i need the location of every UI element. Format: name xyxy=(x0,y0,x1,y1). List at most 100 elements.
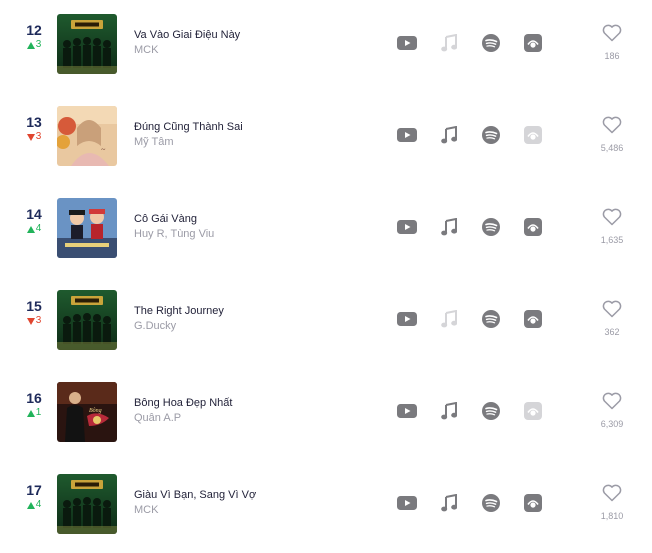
song-artist[interactable]: Huy R, Tùng Viu xyxy=(134,227,384,241)
song-artist[interactable]: MCK xyxy=(134,43,384,57)
like-count: 5,486 xyxy=(600,143,624,153)
rank-block: 14 4 xyxy=(20,206,48,235)
trend-indicator: 4 xyxy=(20,499,48,511)
spotify-icon[interactable] xyxy=(480,308,502,330)
apple-music-icon[interactable] xyxy=(438,124,460,146)
song-title[interactable]: Đúng Cũng Thành Sai xyxy=(134,120,384,134)
rank-number: 17 xyxy=(26,482,42,498)
like-block[interactable]: 1,635 xyxy=(592,208,632,245)
heart-icon[interactable] xyxy=(592,116,632,139)
svg-text:Bông: Bông xyxy=(89,408,102,414)
spotify-icon[interactable] xyxy=(480,32,502,54)
trend-indicator: 1 xyxy=(20,407,48,419)
nhaccuatui-icon[interactable] xyxy=(522,216,544,238)
youtube-icon[interactable] xyxy=(396,492,418,514)
song-info: The Right Journey G.Ducky xyxy=(134,304,384,333)
spotify-icon[interactable] xyxy=(480,400,502,422)
youtube-icon[interactable] xyxy=(396,216,418,238)
rank-change: 4 xyxy=(35,499,42,510)
nhaccuatui-icon[interactable] xyxy=(522,492,544,514)
heart-icon[interactable] xyxy=(592,484,632,507)
trend-indicator: 3 xyxy=(20,131,48,143)
rank-block: 13 3 xyxy=(20,114,48,143)
apple-music-icon[interactable] xyxy=(438,216,460,238)
svg-text:~: ~ xyxy=(101,145,106,154)
spotify-icon[interactable] xyxy=(480,492,502,514)
song-info: Cô Gái Vàng Huy R, Tùng Viu xyxy=(134,212,384,241)
album-cover[interactable] xyxy=(57,14,117,74)
like-count: 1,810 xyxy=(600,511,624,521)
song-artist[interactable]: MCK xyxy=(134,503,384,517)
youtube-icon[interactable] xyxy=(396,400,418,422)
rank-change: 3 xyxy=(35,39,42,50)
youtube-icon[interactable] xyxy=(396,124,418,146)
chart-list: 12 3 Va Vào Giai Điệu Này MCK 186 13 3 ~… xyxy=(0,0,652,553)
like-count: 362 xyxy=(604,327,620,337)
album-cover[interactable]: ~ xyxy=(57,106,117,166)
like-block[interactable]: 5,486 xyxy=(592,116,632,153)
song-info: Bông Hoa Đẹp Nhất Quân A.P xyxy=(134,396,384,425)
like-block[interactable]: 1,810 xyxy=(592,484,632,521)
chart-row[interactable]: 16 1 Bông Bông Hoa Đẹp Nhất Quân A.P 6,3… xyxy=(0,368,652,460)
song-info: Đúng Cũng Thành Sai Mỹ Tâm xyxy=(134,120,384,149)
nhaccuatui-icon xyxy=(522,124,544,146)
apple-music-icon xyxy=(438,32,460,54)
like-count: 186 xyxy=(604,51,620,61)
arrow-down-icon xyxy=(26,317,35,325)
youtube-icon[interactable] xyxy=(396,308,418,330)
song-title[interactable]: Giàu Vì Bạn, Sang Vì Vợ xyxy=(134,488,384,502)
like-block[interactable]: 6,309 xyxy=(592,392,632,429)
rank-block: 17 4 xyxy=(20,482,48,511)
like-block[interactable]: 362 xyxy=(592,300,632,337)
chart-row[interactable]: 17 4 Giàu Vì Bạn, Sang Vì Vợ MCK 1,810 xyxy=(0,460,652,552)
spotify-icon[interactable] xyxy=(480,216,502,238)
album-cover[interactable] xyxy=(57,198,117,258)
rank-block: 15 3 xyxy=(20,298,48,327)
like-count: 1,635 xyxy=(600,235,624,245)
arrow-up-icon xyxy=(26,41,35,49)
song-artist[interactable]: Mỹ Tâm xyxy=(134,135,384,149)
nhaccuatui-icon[interactable] xyxy=(522,308,544,330)
trend-indicator: 4 xyxy=(20,223,48,235)
song-artist[interactable]: Quân A.P xyxy=(134,411,384,425)
youtube-icon[interactable] xyxy=(396,32,418,54)
rank-change: 3 xyxy=(35,315,42,326)
song-title[interactable]: Cô Gái Vàng xyxy=(134,212,384,226)
album-cover[interactable]: Bông xyxy=(57,382,117,442)
song-info: Va Vào Giai Điệu Này MCK xyxy=(134,28,384,57)
rank-number: 15 xyxy=(26,298,42,314)
like-count: 6,309 xyxy=(600,419,624,429)
chart-row[interactable]: 15 3 The Right Journey G.Ducky 362 xyxy=(0,276,652,368)
heart-icon[interactable] xyxy=(592,300,632,323)
nhaccuatui-icon xyxy=(522,400,544,422)
rank-number: 12 xyxy=(26,22,42,38)
spotify-icon[interactable] xyxy=(480,124,502,146)
rank-block: 12 3 xyxy=(20,22,48,51)
album-cover[interactable] xyxy=(57,474,117,534)
rank-change: 4 xyxy=(35,223,42,234)
song-title[interactable]: The Right Journey xyxy=(134,304,384,318)
rank-number: 14 xyxy=(26,206,42,222)
chart-row[interactable]: 12 3 Va Vào Giai Điệu Này MCK 186 xyxy=(0,0,652,92)
rank-number: 13 xyxy=(26,114,42,130)
heart-icon[interactable] xyxy=(592,24,632,47)
song-artist[interactable]: G.Ducky xyxy=(134,319,384,333)
apple-music-icon xyxy=(438,308,460,330)
apple-music-icon[interactable] xyxy=(438,492,460,514)
song-title[interactable]: Va Vào Giai Điệu Này xyxy=(134,28,384,42)
song-info: Giàu Vì Bạn, Sang Vì Vợ MCK xyxy=(134,488,384,517)
like-block[interactable]: 186 xyxy=(592,24,632,61)
chart-row[interactable]: 14 4 Cô Gái Vàng Huy R, Tùng Viu 1,635 xyxy=(0,184,652,276)
trend-indicator: 3 xyxy=(20,39,48,51)
arrow-up-icon xyxy=(26,225,35,233)
rank-number: 16 xyxy=(26,390,42,406)
nhaccuatui-icon[interactable] xyxy=(522,32,544,54)
arrow-up-icon xyxy=(26,501,35,509)
song-title[interactable]: Bông Hoa Đẹp Nhất xyxy=(134,396,384,410)
heart-icon[interactable] xyxy=(592,208,632,231)
arrow-down-icon xyxy=(26,133,35,141)
album-cover[interactable] xyxy=(57,290,117,350)
chart-row[interactable]: 13 3 ~ Đúng Cũng Thành Sai Mỹ Tâm 5,486 xyxy=(0,92,652,184)
apple-music-icon[interactable] xyxy=(438,400,460,422)
heart-icon[interactable] xyxy=(592,392,632,415)
